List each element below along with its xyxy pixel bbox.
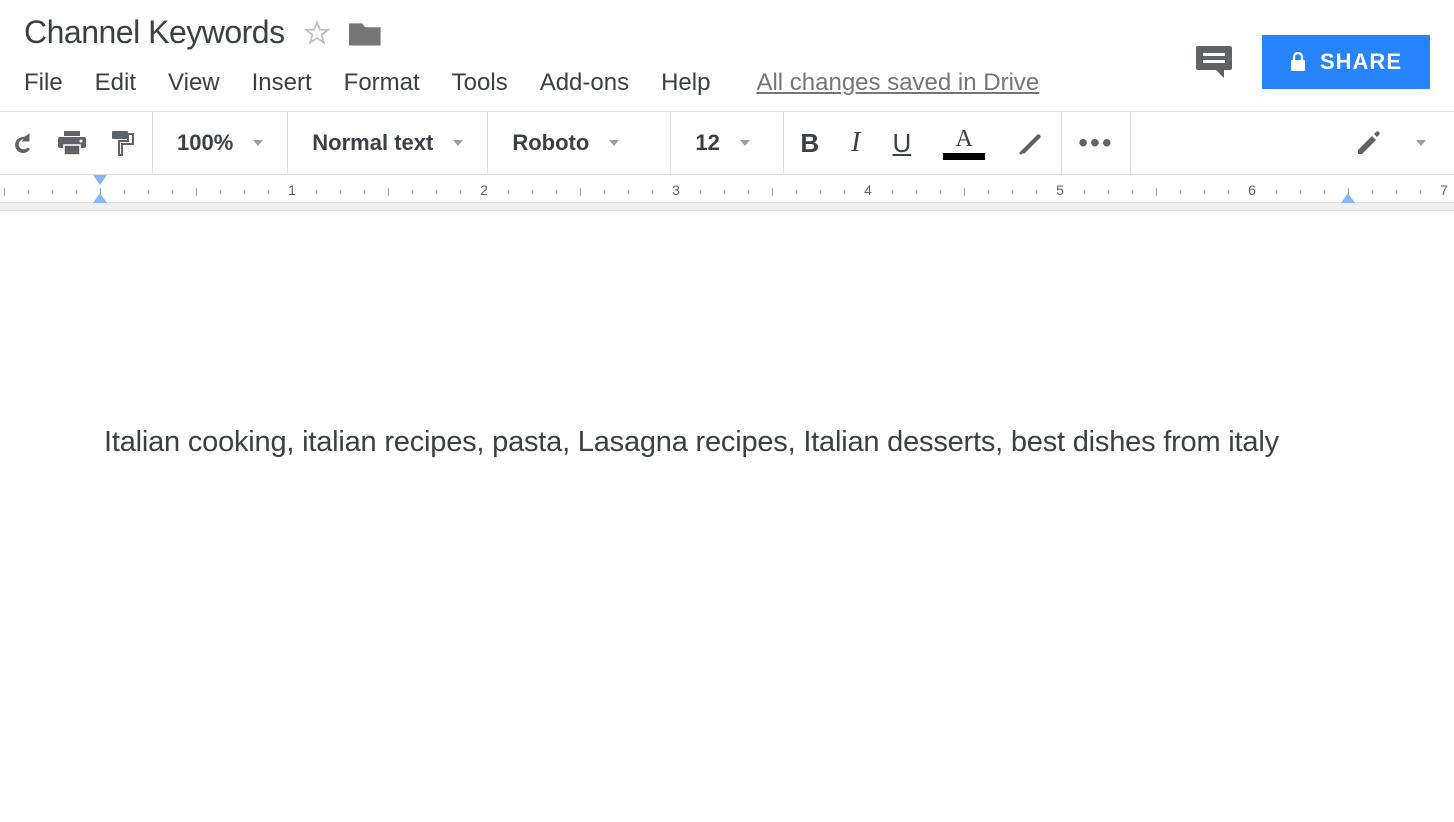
menu-tools[interactable]: Tools	[452, 69, 508, 97]
ruler[interactable]: 1234567	[0, 175, 1454, 203]
chevron-down-icon	[609, 140, 619, 146]
style-value: Normal text	[312, 130, 433, 156]
menu-addons[interactable]: Add-ons	[540, 69, 629, 97]
zoom-dropdown[interactable]: 100%	[169, 130, 271, 156]
toolbar: 100% Normal text Roboto 12 B I U A	[0, 111, 1454, 175]
text-color-button[interactable]: A	[943, 127, 985, 160]
ruler-shadow	[0, 203, 1454, 211]
menu-edit[interactable]: Edit	[95, 69, 136, 97]
text-color-bar	[943, 153, 985, 160]
menu-help[interactable]: Help	[661, 69, 710, 97]
chevron-down-icon	[453, 140, 463, 146]
edit-mode-button[interactable]	[1356, 130, 1382, 156]
share-label: SHARE	[1320, 49, 1402, 75]
menu-format[interactable]: Format	[344, 69, 420, 97]
style-dropdown[interactable]: Normal text	[304, 130, 471, 156]
chevron-down-icon	[740, 140, 750, 146]
redo-button[interactable]	[10, 133, 34, 153]
font-value: Roboto	[512, 130, 589, 156]
star-icon[interactable]	[303, 19, 331, 47]
save-status[interactable]: All changes saved in Drive	[756, 69, 1039, 97]
chevron-down-icon	[253, 140, 263, 146]
font-dropdown[interactable]: Roboto	[504, 130, 654, 156]
underline-button[interactable]: U	[892, 128, 911, 159]
highlight-button[interactable]	[1017, 131, 1045, 155]
document-body-text[interactable]: Italian cooking, italian recipes, pasta,…	[104, 421, 1354, 465]
folder-icon[interactable]	[349, 20, 381, 46]
paint-format-button[interactable]	[110, 130, 136, 156]
italic-button[interactable]: I	[851, 127, 860, 159]
text-color-glyph: A	[956, 127, 973, 151]
menu-view[interactable]: View	[168, 69, 220, 97]
lock-icon	[1290, 52, 1306, 72]
print-button[interactable]	[58, 131, 86, 155]
menu-insert[interactable]: Insert	[252, 69, 312, 97]
more-button[interactable]: •••	[1078, 127, 1113, 159]
font-size-value: 12	[695, 130, 719, 156]
zoom-value: 100%	[177, 130, 233, 156]
document-title[interactable]: Channel Keywords	[24, 14, 285, 51]
chevron-down-icon[interactable]	[1416, 140, 1426, 146]
menu-file[interactable]: File	[24, 69, 63, 97]
comments-icon[interactable]	[1194, 44, 1234, 80]
bold-button[interactable]: B	[800, 128, 819, 159]
share-button[interactable]: SHARE	[1262, 35, 1430, 89]
font-size-dropdown[interactable]: 12	[687, 130, 767, 156]
document-page[interactable]: Italian cooking, italian recipes, pasta,…	[0, 211, 1454, 465]
